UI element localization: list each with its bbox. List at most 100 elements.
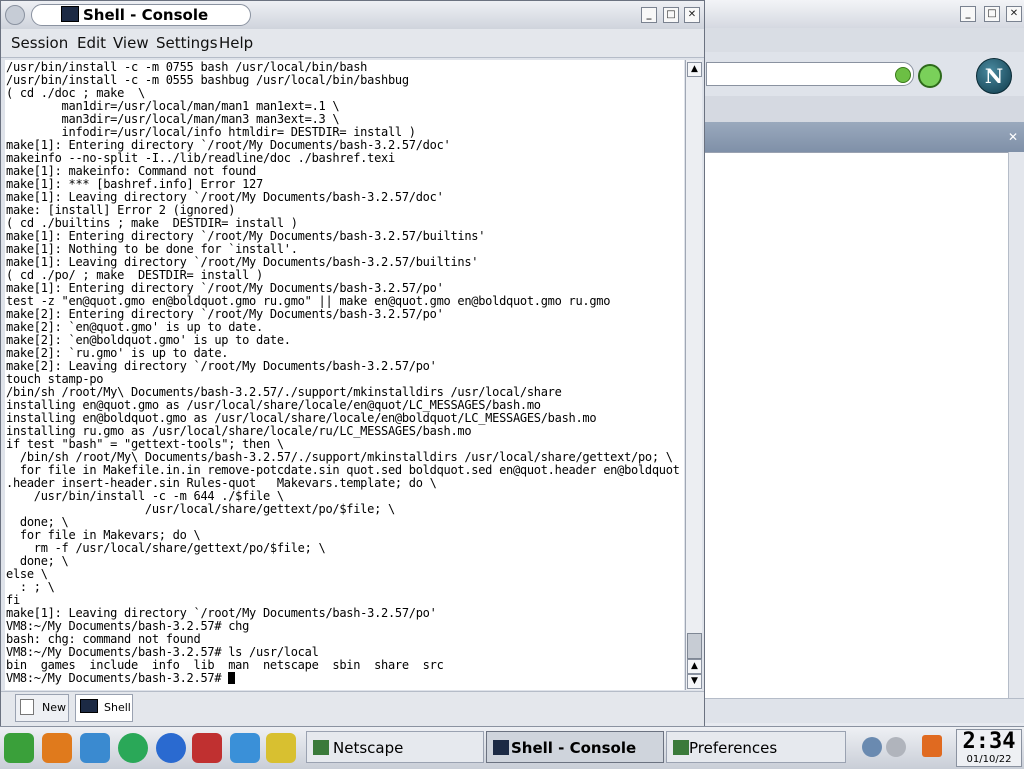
url-input[interactable] — [706, 62, 914, 86]
terminal-line: for file in Makefile.in.in remove-potcda… — [6, 463, 680, 477]
menu-settings[interactable]: Settings — [156, 34, 218, 52]
terminal-line: make[2]: Entering directory `/root/My Do… — [6, 307, 444, 321]
terminal-line: else \ — [6, 567, 48, 581]
terminal-line: bash: chg: command not found — [6, 632, 201, 646]
task-shell-console[interactable]: Shell - Console — [486, 731, 664, 763]
terminal-line: make[1]: Leaving directory `/root/My Doc… — [6, 255, 479, 269]
terminal-line: done; \ — [6, 554, 69, 568]
terminal-scrollbar[interactable]: ▲ ▲ ▼ — [685, 60, 702, 690]
scroll-up-icon[interactable]: ▲ — [687, 62, 702, 77]
search-button[interactable] — [918, 64, 942, 88]
window-menu-icon[interactable] — [5, 5, 25, 25]
minimize-icon[interactable]: _ — [641, 7, 657, 23]
terminal-line: installing en@quot.gmo as /usr/local/sha… — [6, 398, 541, 412]
speaker-icon[interactable] — [862, 737, 882, 757]
netscape-icon — [313, 740, 329, 755]
tab-shell[interactable]: Shell — [75, 694, 133, 722]
power-icon[interactable] — [922, 735, 942, 757]
terminal-line: man1dir=/usr/local/man/man1 man1ext=.1 \ — [6, 99, 340, 113]
terminal-line: /usr/bin/install -c -m 0755 bash /usr/lo… — [6, 60, 368, 74]
terminal-line: /usr/bin/install -c -m 644 ./$file \ — [6, 489, 284, 503]
netscape-statusbar — [700, 698, 1024, 723]
terminal-line: make[2]: `en@boldquot.gmo' is up to date… — [6, 333, 291, 347]
terminal-line: bin games include info lib man netscape … — [6, 658, 444, 672]
terminal-line: make[1]: makeinfo: Command not found — [6, 164, 257, 178]
close-icon[interactable]: ✕ — [1006, 6, 1022, 22]
life-vest-icon[interactable] — [42, 733, 72, 763]
clock-time: 2:34 — [962, 729, 1016, 754]
terminal-line: /bin/sh /root/My\ Documents/bash-3.2.57/… — [6, 385, 562, 399]
terminal-line: make[1]: Leaving directory `/root/My Doc… — [6, 606, 437, 620]
terminal-line: /bin/sh /root/My\ Documents/bash-3.2.57/… — [6, 450, 673, 464]
terminal-line: /usr/bin/install -c -m 0555 bashbug /usr… — [6, 73, 409, 87]
terminal-line: make[2]: `ru.gmo' is up to date. — [6, 346, 229, 360]
task-preferences[interactable]: Preferences — [666, 731, 846, 763]
preferences-icon — [673, 740, 689, 755]
terminal-line: ( cd ./po/ ; make DESTDIR= install ) — [6, 268, 263, 282]
task-netscape[interactable]: Netscape — [306, 731, 484, 763]
terminal-icon — [61, 6, 79, 22]
terminal-line: make[1]: Entering directory `/root/My Do… — [6, 229, 486, 243]
console-window: Shell - Console _ □ ✕ Session Edit View … — [0, 0, 705, 726]
text-cursor — [228, 672, 236, 684]
terminal-line: VM8:~/My Documents/bash-3.2.57# ls /usr/… — [6, 645, 319, 659]
kde-menu-icon[interactable] — [4, 733, 34, 763]
clock[interactable]: 2:34 01/10/22 — [956, 729, 1022, 767]
console-titlebar[interactable]: Shell - Console _ □ ✕ — [1, 1, 704, 29]
terminal-line: for file in Makevars; do \ — [6, 528, 201, 542]
terminal-line: infodir=/usr/local/info htmldir= DESTDIR… — [6, 125, 416, 139]
terminal-line: : ; \ — [6, 580, 55, 594]
browser-icon[interactable] — [156, 733, 186, 763]
netscape-menubar — [700, 28, 1024, 53]
netscape-titlebar[interactable]: _ □ ✕ — [700, 0, 1024, 29]
runner-icon[interactable] — [230, 733, 260, 763]
scroll-thumb[interactable] — [687, 633, 702, 659]
terminal-line: make[1]: Nothing to be done for `install… — [6, 242, 298, 256]
cube-icon[interactable] — [80, 733, 110, 763]
network-icon[interactable] — [886, 737, 906, 757]
terminal-output[interactable]: /usr/bin/install -c -m 0755 bash /usr/lo… — [5, 60, 684, 690]
terminal-line: installing ru.gmo as /usr/local/share/lo… — [6, 424, 472, 438]
netscape-window: _ □ ✕ N ✕ — [700, 0, 1024, 728]
terminal-icon — [80, 699, 98, 713]
maximize-icon[interactable]: □ — [663, 7, 679, 23]
clock-date: 01/10/22 — [966, 754, 1012, 765]
terminal-line: VM8:~/My Documents/bash-3.2.57# chg — [6, 619, 250, 633]
close-icon[interactable]: ✕ — [684, 7, 700, 23]
menubar: Session Edit View Settings Help — [1, 29, 704, 58]
edit-icon[interactable] — [266, 733, 296, 763]
terminal-line: make[1]: Leaving directory `/root/My Doc… — [6, 190, 444, 204]
menu-help[interactable]: Help — [219, 34, 253, 52]
go-icon[interactable] — [895, 67, 911, 83]
menu-session[interactable]: Session — [11, 34, 68, 52]
terminal-line: make[1]: *** [bashref.info] Error 127 — [6, 177, 263, 191]
netscape-scrollbar[interactable] — [1008, 152, 1024, 698]
menu-edit[interactable]: Edit — [77, 34, 106, 52]
sidebar-close-icon[interactable]: ✕ — [1008, 130, 1018, 144]
terminal-line: done; \ — [6, 515, 69, 529]
terminal-line: make[1]: Entering directory `/root/My Do… — [6, 138, 451, 152]
personal-toolbar — [700, 96, 1024, 123]
terminal-line: makeinfo --no-split -I../lib/readline/do… — [6, 151, 395, 165]
mail-icon[interactable] — [192, 733, 222, 763]
new-session-button[interactable]: New — [15, 694, 69, 722]
terminal-line: ( cd ./builtins ; make DESTDIR= install … — [6, 216, 298, 230]
sidebar-header: ✕ — [700, 122, 1024, 152]
scroll-up-icon[interactable]: ▲ — [687, 659, 702, 674]
terminal-line: if test "bash" = "gettext-tools"; then \ — [6, 437, 284, 451]
terminal-icon — [493, 740, 509, 755]
new-document-icon — [20, 699, 34, 715]
menu-view[interactable]: View — [113, 34, 149, 52]
tab-shell-label: Shell — [104, 701, 131, 714]
maximize-icon[interactable]: □ — [984, 6, 1000, 22]
terminal-line: man3dir=/usr/local/man/man3 man3ext=.3 \ — [6, 112, 340, 126]
scroll-down-icon[interactable]: ▼ — [687, 674, 702, 689]
terminal-line: .header insert-header.sin Rules-quot Mak… — [6, 476, 437, 490]
home-icon[interactable] — [118, 733, 148, 763]
minimize-icon[interactable]: _ — [960, 6, 976, 22]
window-title: Shell - Console — [83, 6, 209, 24]
netscape-logo[interactable]: N — [976, 58, 1012, 94]
terminal-line: make: [install] Error 2 (ignored) — [6, 203, 236, 217]
terminal-line: installing en@boldquot.gmo as /usr/local… — [6, 411, 597, 425]
task-label: Preferences — [689, 739, 778, 757]
